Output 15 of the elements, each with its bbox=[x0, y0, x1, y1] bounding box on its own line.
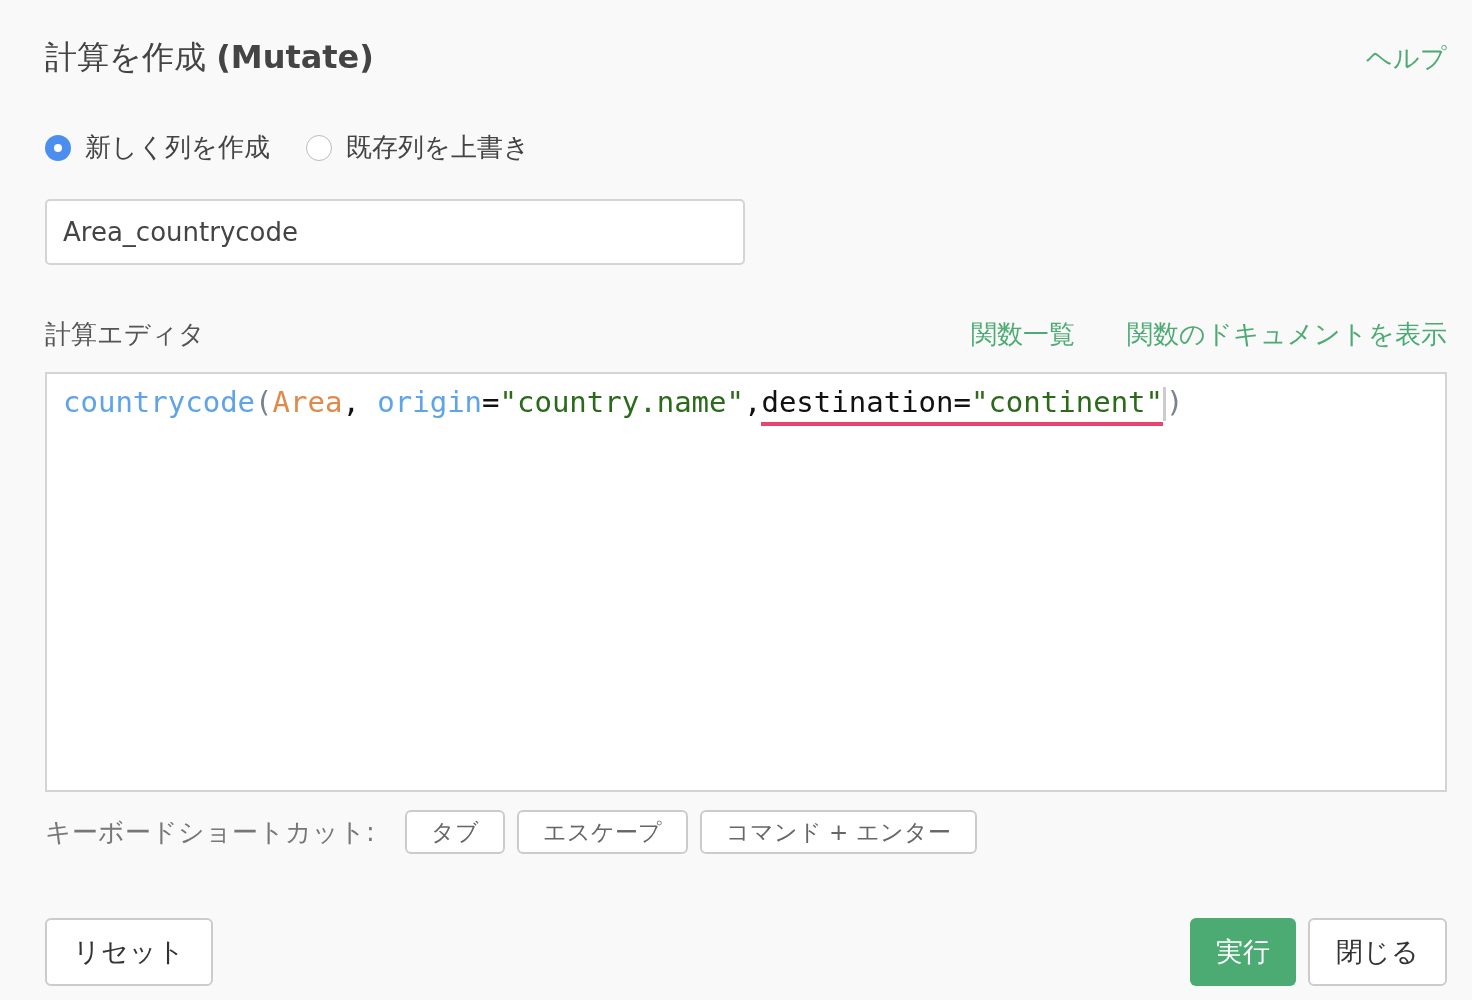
radio-option[interactable]: 新しく列を作成 bbox=[45, 130, 270, 165]
dialog-title: 計算を作成 (Mutate) bbox=[45, 37, 374, 78]
radio-button-icon[interactable] bbox=[45, 134, 71, 161]
shortcut-label: キーボードショートカット: bbox=[45, 815, 375, 849]
shortcut-key[interactable]: タブ bbox=[404, 810, 505, 854]
shortcut-key[interactable]: エスケープ bbox=[516, 810, 688, 854]
shortcut-key[interactable]: コマンド + エンター bbox=[699, 810, 977, 854]
editor-label: 計算エディタ bbox=[45, 318, 205, 351]
code-line: countrycode(Area, origin="country.name",destination="continent") bbox=[63, 382, 1184, 426]
code-editor[interactable]: countrycode(Area, origin="country.name",destination="continent") bbox=[45, 372, 1447, 792]
radio-option[interactable]: 既存列を上書き bbox=[306, 130, 530, 165]
radio-button-icon[interactable] bbox=[306, 134, 332, 161]
column-name-field[interactable]: Area_countrycode bbox=[45, 199, 745, 265]
close-button[interactable]: 閉じる bbox=[1308, 918, 1447, 986]
reset-button[interactable]: リセット bbox=[45, 918, 213, 986]
